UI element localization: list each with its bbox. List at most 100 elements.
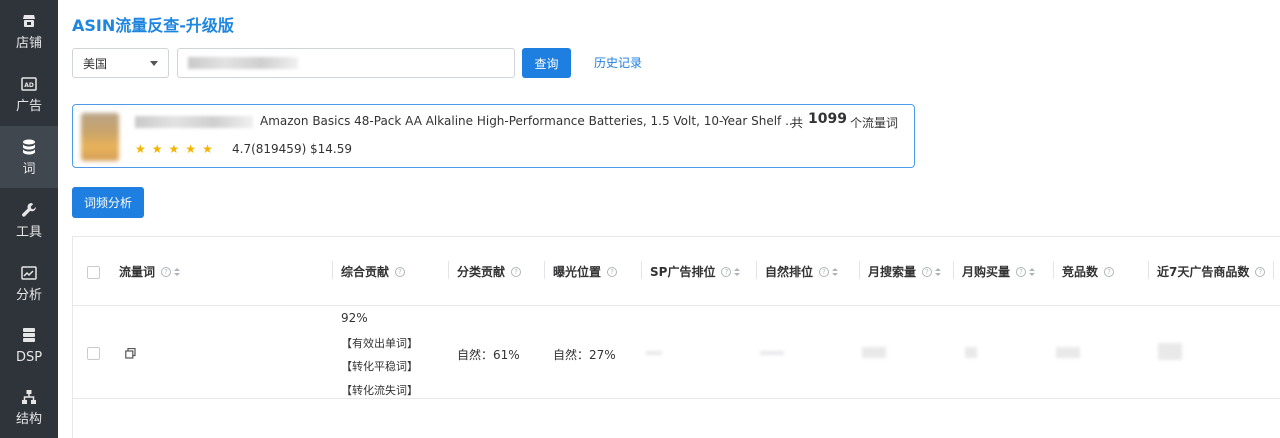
chart-icon [20, 264, 38, 282]
help-icon[interactable]: ? [819, 266, 830, 277]
sidebar-item-label: 店铺 [15, 35, 42, 51]
server-icon [20, 326, 38, 344]
help-icon[interactable]: ? [1104, 266, 1115, 277]
sidebar-item-label: 分析 [15, 287, 42, 303]
sort-icon[interactable] [935, 267, 942, 276]
column-header-exposure[interactable]: 曝光位置 ? [553, 263, 618, 280]
category-contribution-value: 自然：61% [457, 348, 520, 362]
keyword-table: 流量词 ? 综合贡献 ? 分类贡献 ? 曝光位置 ? SP广告排位 ? 自然排位 [72, 236, 1280, 438]
sidebar-item-label: 词 [22, 161, 36, 177]
asin-search-input[interactable] [177, 48, 515, 78]
help-icon[interactable]: ? [395, 266, 406, 277]
column-divider [859, 261, 860, 279]
overall-contribution-value: 92% [341, 311, 368, 325]
column-header-monthly-search[interactable]: 月搜索量 ? [868, 263, 942, 280]
help-icon[interactable]: ? [1016, 266, 1027, 277]
sort-icon[interactable] [1029, 267, 1036, 276]
country-select-value: 美国 [83, 56, 108, 71]
star-icon: ★ [185, 142, 197, 156]
keyword-tag: 【有效出单词】 [341, 337, 418, 350]
column-header-keyword[interactable]: 流量词 ? [119, 263, 181, 280]
select-all-checkbox[interactable] [87, 266, 100, 279]
star-icon: ★ [135, 142, 146, 156]
column-divider [448, 261, 449, 279]
exposure-value: 自然：27% [553, 348, 616, 362]
table-row: 92% 【有效出单词】 【转化平稳词】 【转化流失词】 自然：61% 自然：27… [73, 306, 1280, 399]
sidebar-item-label: 工具 [15, 224, 42, 240]
redacted-cell [965, 347, 977, 358]
column-header-monthly-purchase[interactable]: 月购买量 ? [962, 263, 1036, 280]
column-label: 竞品数 [1062, 265, 1099, 279]
redacted-cell [646, 351, 662, 355]
sort-icon[interactable] [174, 267, 181, 276]
sidebar-item-store[interactable]: 店铺 [0, 0, 58, 62]
help-icon[interactable]: ? [607, 266, 618, 277]
help-icon[interactable]: ? [511, 266, 522, 277]
redacted-cell [760, 351, 784, 355]
help-icon[interactable]: ? [1255, 266, 1266, 277]
page-title: ASIN流量反查-升级版 [72, 16, 234, 35]
column-divider [544, 261, 545, 279]
sidebar-item-label: 结构 [15, 411, 42, 427]
keyword-tag: 【转化平稳词】 [341, 360, 418, 373]
sidebar-item-analysis[interactable]: 分析 [0, 252, 58, 314]
product-card: Amazon Basics 48-Pack AA Alkaline High-P… [72, 104, 915, 168]
product-image [81, 113, 119, 161]
sidebar: 店铺 AD 广告 词 工具 分析 DSP 结构 [0, 0, 58, 438]
help-icon[interactable]: ? [161, 266, 172, 277]
redacted-cell [1158, 343, 1182, 360]
column-label: SP广告排位 [650, 265, 716, 279]
column-label: 分类贡献 [457, 265, 506, 279]
sidebar-item-label: 广告 [15, 98, 42, 114]
column-header-competitors[interactable]: 竞品数 ? [1062, 263, 1115, 280]
sidebar-item-label: DSP [15, 349, 43, 365]
column-label: 月购买量 [962, 265, 1011, 279]
column-header-organic-rank[interactable]: 自然排位 ? [765, 263, 839, 280]
row-checkbox[interactable] [87, 347, 100, 360]
column-header-overall-contribution[interactable]: 综合贡献 ? [341, 263, 406, 280]
rating-stars: ★ ★ ★ ★ ★ [135, 142, 213, 156]
redacted-product-id [135, 116, 253, 128]
history-link[interactable]: 历史记录 [594, 54, 642, 71]
product-rating: 4.7(819459) [232, 142, 307, 156]
help-icon[interactable]: ? [922, 266, 933, 277]
column-divider [756, 261, 757, 279]
column-label: 流量词 [119, 265, 156, 279]
svg-text:AD: AD [24, 82, 34, 89]
word-frequency-button[interactable]: 词频分析 [72, 187, 144, 218]
keyword-count: 1099 [808, 111, 847, 127]
column-header-7day-ad-products[interactable]: 近7天广告商品数 ? [1157, 263, 1266, 280]
keyword-count-suffix: 个流量词 [850, 116, 899, 130]
table-header: 流量词 ? 综合贡献 ? 分类贡献 ? 曝光位置 ? SP广告排位 ? 自然排位 [73, 237, 1280, 306]
sitemap-icon [20, 388, 38, 406]
sort-icon[interactable] [832, 267, 839, 276]
column-label: 综合贡献 [341, 265, 390, 279]
column-divider [641, 261, 642, 279]
column-divider [953, 261, 954, 279]
sidebar-item-dsp[interactable]: DSP [0, 314, 58, 376]
column-header-sp-ad-rank[interactable]: SP广告排位 ? [650, 263, 741, 280]
sidebar-item-tools[interactable]: 工具 [0, 189, 58, 251]
column-label: 近7天广告商品数 [1157, 265, 1250, 279]
country-select[interactable]: 美国 [72, 48, 169, 78]
store-icon [20, 12, 38, 30]
copy-icon[interactable] [125, 348, 136, 359]
product-title[interactable]: Amazon Basics 48-Pack AA Alkaline High-P… [260, 114, 797, 128]
sort-icon[interactable] [734, 267, 741, 276]
star-icon: ★ [168, 142, 180, 156]
column-divider [1148, 261, 1149, 279]
sidebar-item-structure[interactable]: 结构 [0, 376, 58, 438]
wrench-icon [20, 201, 38, 219]
column-label: 自然排位 [765, 265, 814, 279]
sidebar-item-words[interactable]: 词 [0, 126, 58, 188]
keyword-tag: 【转化流失词】 [341, 384, 418, 397]
query-button[interactable]: 查询 [522, 48, 571, 78]
sidebar-item-ads[interactable]: AD 广告 [0, 63, 58, 125]
column-divider [332, 261, 333, 279]
column-divider [1053, 261, 1054, 279]
help-icon[interactable]: ? [721, 266, 732, 277]
column-label: 曝光位置 [553, 265, 602, 279]
star-icon: ★ [151, 142, 163, 156]
keyword-count-prefix: 共 [791, 116, 804, 130]
column-header-category-contribution[interactable]: 分类贡献 ? [457, 263, 522, 280]
